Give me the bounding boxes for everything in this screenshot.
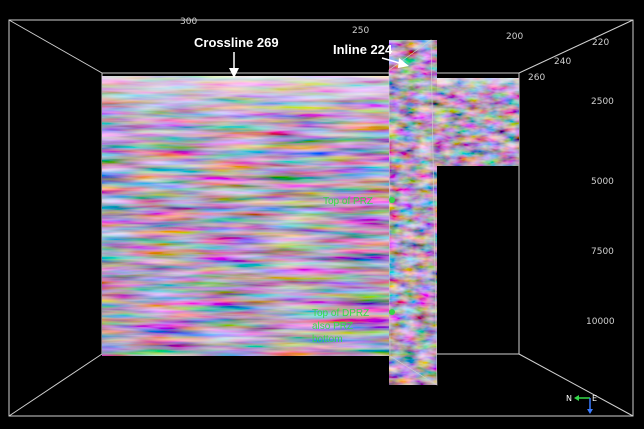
depth-tick-label: 5000 xyxy=(591,177,614,187)
top-tick-label: 300 xyxy=(180,17,197,27)
top-tick-label: 250 xyxy=(352,26,369,36)
marker-dot-icon xyxy=(389,309,395,315)
right-tick-label: 220 xyxy=(592,38,609,48)
marker-label: bottom xyxy=(312,334,343,345)
north-label: N xyxy=(566,394,572,403)
right-top-axis-ticks: 220 240 260 xyxy=(528,38,609,83)
depth-axis-ticks: 2500 5000 7500 10000 xyxy=(586,97,615,327)
right-tick-label: 240 xyxy=(554,57,571,67)
depth-tick-label: 7500 xyxy=(591,247,614,257)
depth-tick-label: 10000 xyxy=(586,317,615,327)
depth-tick-label: 2500 xyxy=(591,97,614,107)
seismic-3d-viewport[interactable]: 300 250 200 220 240 260 2500 5000 7500 1… xyxy=(0,0,644,429)
inline-section[interactable] xyxy=(388,39,438,386)
right-tick-label: 260 xyxy=(528,73,545,83)
top-tick-label: 200 xyxy=(506,32,523,42)
arrow-left-icon xyxy=(574,395,579,401)
orientation-compass: N E xyxy=(566,394,597,414)
crossline-annotation: Crossline 269 xyxy=(194,35,279,78)
arrow-down-icon xyxy=(587,409,593,414)
marker-label: Top of PRZ xyxy=(323,196,373,207)
inline-label: Inline 224 xyxy=(333,42,393,57)
crossline-label: Crossline 269 xyxy=(194,35,279,50)
east-label: E xyxy=(592,394,597,403)
marker-label: also PRZ xyxy=(312,321,353,332)
marker-label: Top of DPRZ xyxy=(312,308,369,319)
crossline-section[interactable] xyxy=(102,76,519,356)
marker-dot-icon xyxy=(389,197,395,203)
